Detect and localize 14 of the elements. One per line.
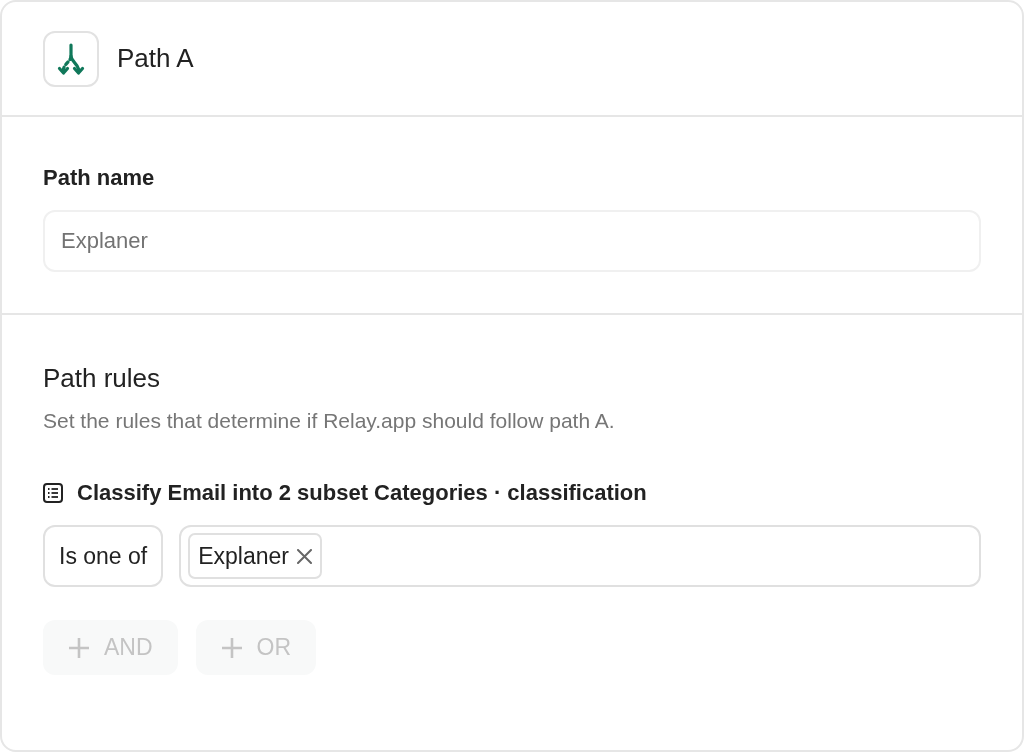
section-title: Path rules [43, 362, 162, 394]
section-description: Set the rules that determine if Relay.app should follow path A. [43, 408, 616, 434]
value-input[interactable]: Explaner [179, 525, 981, 587]
tag-label: Explaner [198, 541, 289, 571]
operator-select[interactable]: Is one of [43, 525, 164, 587]
path-name-input[interactable]: Explaner [43, 210, 981, 272]
split-arrows-icon [43, 30, 99, 87]
list-icon [43, 483, 63, 503]
rule-source: Classify Email into 2 subset Categories · classification [77, 479, 647, 507]
close-icon[interactable] [297, 548, 312, 564]
plus-icon [220, 636, 243, 659]
panel-title: Path A [117, 42, 194, 75]
plus-icon [68, 636, 90, 659]
field-label: Path name [43, 164, 156, 192]
